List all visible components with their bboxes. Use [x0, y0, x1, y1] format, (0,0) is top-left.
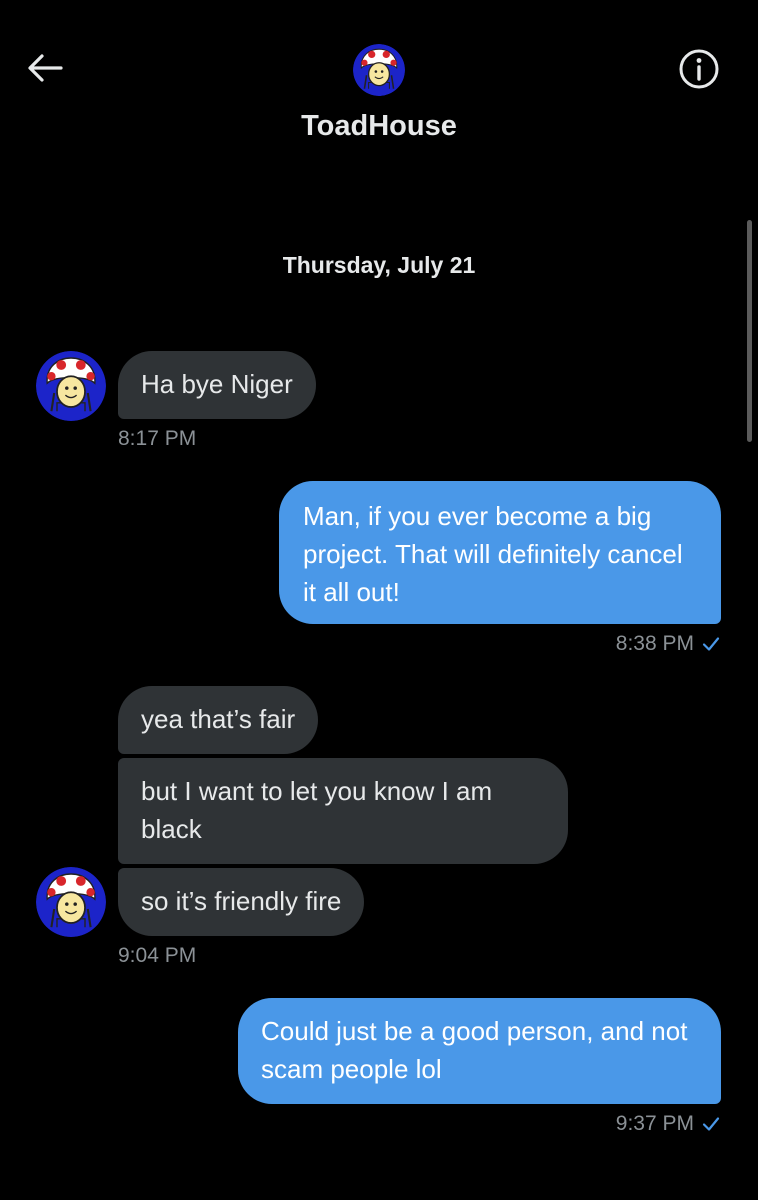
message-timestamp: 9:37 PM	[615, 1112, 694, 1135]
sent-check-icon	[702, 1117, 720, 1131]
outgoing-message-bubble[interactable]: Man, if you ever become a big project. T…	[279, 481, 721, 624]
info-button[interactable]	[676, 46, 722, 92]
contact-avatar[interactable]	[353, 44, 405, 96]
message-timestamp: 8:38 PM	[615, 632, 694, 655]
arrow-left-icon	[28, 54, 63, 82]
scrollbar[interactable]	[747, 220, 752, 442]
incoming-message-bubble[interactable]: so it’s friendly fire	[118, 868, 365, 936]
sender-avatar[interactable]	[36, 351, 106, 421]
conversation-header: ToadHouse	[0, 0, 758, 170]
message-timestamp: 8:17 PM	[118, 427, 197, 450]
message-timestamp-row: 9:37 PM	[480, 1112, 720, 1136]
message-timestamp: 9:04 PM	[118, 944, 197, 967]
incoming-message-bubble[interactable]: yea that’s fair	[118, 686, 319, 754]
message-timestamp-row: 8:38 PM	[480, 632, 720, 656]
incoming-message-bubble[interactable]: but I want to let you know I am black	[118, 758, 568, 864]
contact-name[interactable]: ToadHouse	[0, 110, 758, 143]
sender-avatar[interactable]	[36, 867, 106, 937]
date-divider: Thursday, July 21	[282, 252, 476, 278]
info-circle-icon	[679, 49, 719, 89]
sent-check-icon	[702, 637, 720, 651]
outgoing-message-bubble[interactable]: Could just be a good person, and not sca…	[238, 998, 721, 1104]
back-button[interactable]	[22, 48, 68, 88]
incoming-message-bubble[interactable]: Ha bye Niger	[118, 351, 316, 419]
